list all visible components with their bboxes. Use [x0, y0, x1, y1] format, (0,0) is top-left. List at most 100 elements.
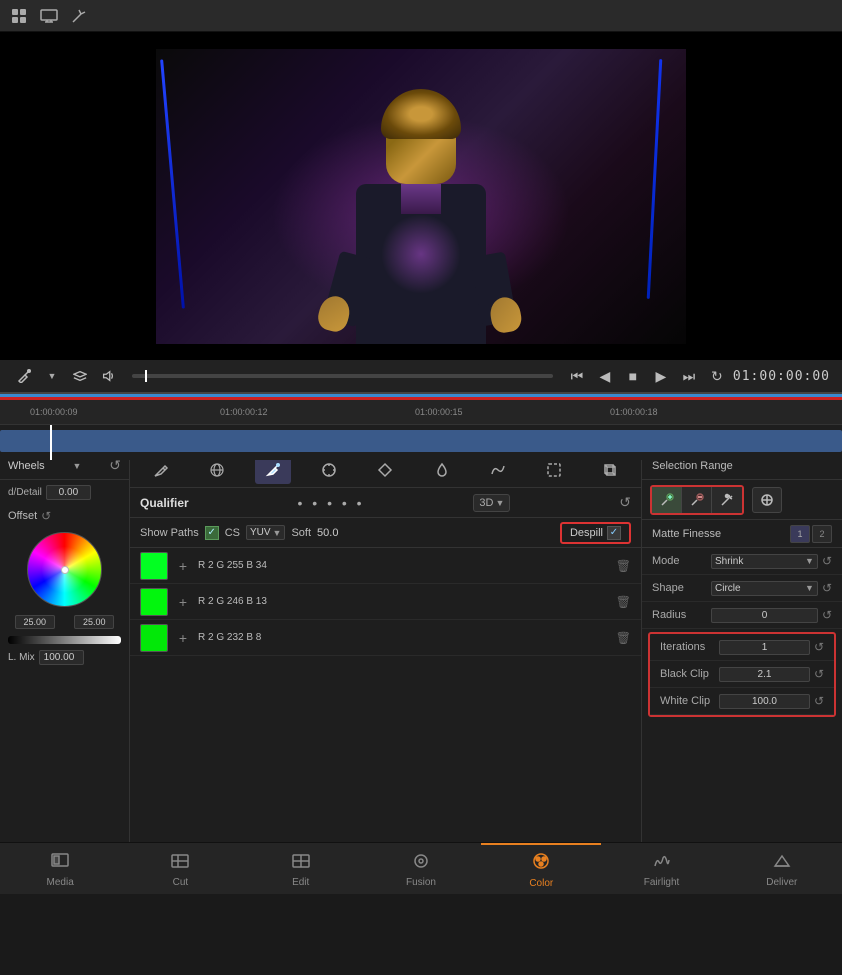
person-collar	[401, 184, 441, 214]
qualifier-reset-button[interactable]: ↺	[619, 494, 631, 511]
wheels-dropdown[interactable]: ▼	[73, 461, 82, 471]
qualifier-3d-button[interactable]: 3D ▼	[473, 494, 510, 512]
person-figure	[356, 104, 486, 344]
matte-tab-1[interactable]: 1	[790, 525, 810, 543]
matte-mode-reset[interactable]: ↺	[822, 554, 832, 568]
cut-tab-label: Cut	[173, 877, 189, 888]
wheel-val-2[interactable]: 25.00	[74, 615, 114, 629]
lmix-row: L. Mix 100.00	[0, 648, 129, 667]
monitor-icon[interactable]	[38, 5, 60, 27]
step-back-button[interactable]: ◀	[593, 364, 617, 388]
tab-deliver[interactable]: Deliver	[722, 843, 842, 894]
qualifier-header-row: Qualifier • • • • • 3D ▼ ↺	[130, 488, 641, 518]
color-row-3: + R 2 G 232 B 8 🗑	[130, 620, 641, 656]
color-wheels-panel: Wheels ▼ ↺ d/Detail 0.00 Offset ↺ 25.00 …	[0, 452, 130, 842]
offset-reset[interactable]: ↺	[41, 509, 51, 523]
color-swatch-1[interactable]	[140, 552, 168, 580]
delete-color-2-button[interactable]: 🗑	[616, 595, 631, 609]
color-swatch-3[interactable]	[140, 624, 168, 652]
lmix-value[interactable]: 100.00	[39, 650, 84, 665]
selection-tool-group	[650, 485, 744, 515]
matte-shape-select[interactable]: Circle ▼	[711, 581, 818, 596]
eyedropper-button[interactable]	[12, 364, 36, 388]
timeline-section: 01:00:00:09 01:00:00:12 01:00:00:15 01:0…	[0, 392, 842, 452]
add-color-1-button[interactable]: +	[174, 557, 192, 575]
matte-blackclip-reset[interactable]: ↺	[814, 667, 824, 681]
stop-button[interactable]: ■	[621, 364, 645, 388]
matte-radius-value[interactable]: 0	[711, 608, 818, 623]
edit-tab-label: Edit	[292, 877, 309, 888]
chest-light	[381, 214, 461, 294]
wheel-dot	[61, 566, 69, 574]
loop-button[interactable]: ↻	[705, 364, 729, 388]
detail-value[interactable]: 0.00	[46, 485, 91, 500]
tab-fairlight[interactable]: Fairlight	[601, 843, 721, 894]
show-paths-checkbox[interactable]: ✓	[205, 526, 219, 540]
timeline-track-bar[interactable]	[0, 430, 842, 452]
matte-shape-value: Circle	[715, 583, 802, 594]
matte-highlighted-section: Iterations 1 ↺ Black Clip 2.1 ↺ White Cl…	[648, 632, 836, 717]
tab-fusion[interactable]: Fusion	[361, 843, 481, 894]
cut-icon	[170, 852, 190, 875]
offset-row: Offset ↺	[0, 505, 129, 527]
matte-shape-row: Shape Circle ▼ ↺	[642, 575, 842, 602]
matte-finesse-section: Matte Finesse 1 2 Mode Shrink ▼ ↺ Shape	[642, 520, 842, 842]
play-button[interactable]: ▶	[649, 364, 673, 388]
matte-iterations-reset[interactable]: ↺	[814, 640, 824, 654]
wheel-values: 25.00 25.00	[0, 612, 129, 632]
tab-edit[interactable]: Edit	[241, 843, 361, 894]
matte-whiteclip-reset[interactable]: ↺	[814, 694, 824, 708]
timeline-ruler[interactable]: 01:00:00:09 01:00:00:12 01:00:00:15 01:0…	[0, 400, 842, 425]
cs-label: CS	[225, 527, 240, 539]
skip-to-start-button[interactable]: ⏮	[565, 364, 589, 388]
soft-value[interactable]: 50.0	[317, 527, 338, 539]
magic-wand-tool[interactable]	[712, 487, 742, 513]
detail-label: d/Detail	[8, 487, 42, 498]
cs-select[interactable]: YUV ▼	[246, 525, 285, 540]
subtract-selection-tool[interactable]	[682, 487, 712, 513]
volume-icon[interactable]	[96, 364, 120, 388]
ruler-mark-3: 01:00:00:15	[415, 407, 463, 417]
despill-checkbox[interactable]: ✓	[607, 526, 621, 540]
add-selection-tool[interactable]	[652, 487, 682, 513]
progress-bar[interactable]	[132, 374, 553, 378]
eyedropper-dropdown[interactable]: ▼	[40, 364, 64, 388]
delete-color-3-button[interactable]: 🗑	[616, 631, 631, 645]
color-wheel-container	[0, 527, 129, 612]
matte-mode-value: Shrink	[715, 556, 802, 567]
tab-color[interactable]: Color	[481, 843, 601, 894]
wand-icon[interactable]	[68, 5, 90, 27]
media-icon	[50, 852, 70, 875]
delete-color-1-button[interactable]: 🗑	[616, 559, 631, 573]
matte-whiteclip-value[interactable]: 100.0	[719, 694, 810, 709]
matte-blackclip-value[interactable]: 2.1	[719, 667, 810, 682]
qualifier-options-row: Show Paths ✓ CS YUV ▼ Soft 50.0 Despill …	[130, 518, 641, 548]
layers-icon[interactable]	[68, 364, 92, 388]
grid-icon[interactable]	[8, 5, 30, 27]
matte-finesse-title: Matte Finesse	[652, 528, 721, 540]
timeline-tracks	[0, 425, 842, 460]
matte-shape-reset[interactable]: ↺	[822, 581, 832, 595]
color-wheel[interactable]	[27, 532, 102, 607]
add-color-3-button[interactable]: +	[174, 629, 192, 647]
wheel-val-1[interactable]: 25.00	[15, 615, 55, 629]
color-swatch-2[interactable]	[140, 588, 168, 616]
fairlight-tab-label: Fairlight	[644, 877, 680, 888]
add-color-2-button[interactable]: +	[174, 593, 192, 611]
selection-extra-tool[interactable]	[752, 487, 782, 513]
tab-cut[interactable]: Cut	[120, 843, 240, 894]
ruler-mark-2: 01:00:00:12	[220, 407, 268, 417]
luma-slider[interactable]	[8, 636, 121, 644]
matte-radius-reset[interactable]: ↺	[822, 608, 832, 622]
fusion-icon	[411, 852, 431, 875]
offset-label: Offset	[8, 510, 37, 522]
matte-iterations-value[interactable]: 1	[719, 640, 810, 655]
shape-dropdown-arrow: ▼	[805, 583, 814, 593]
wheels-title: Wheels	[8, 460, 45, 472]
matte-tab-2[interactable]: 2	[812, 525, 832, 543]
selection-range-title: Selection Range	[652, 460, 733, 472]
matte-mode-select[interactable]: Shrink ▼	[711, 554, 818, 569]
despill-button[interactable]: Despill ✓	[560, 522, 631, 544]
tab-media[interactable]: Media	[0, 843, 120, 894]
fast-forward-button[interactable]: ⏭	[677, 364, 701, 388]
